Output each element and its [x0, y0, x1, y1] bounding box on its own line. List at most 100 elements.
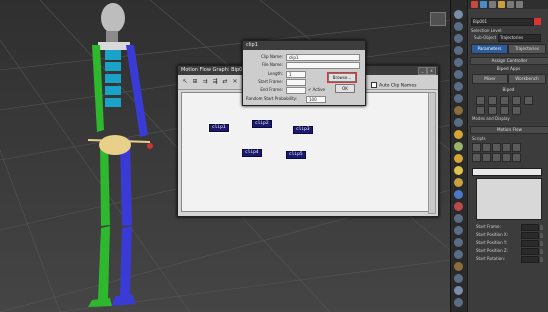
modify-tab-icon[interactable] — [480, 1, 487, 8]
motion-tab-icon[interactable] — [498, 1, 505, 8]
start-position-x-spinner[interactable] — [521, 232, 543, 239]
motion-flow-mode-icon[interactable] — [500, 96, 509, 105]
script-tool-icon[interactable] — [492, 143, 501, 152]
modes-display-label[interactable]: Modes and Display — [472, 116, 510, 121]
start-position-z-spinner[interactable] — [521, 248, 543, 255]
motion-flow-graph-area[interactable]: clip1 clip2 clip3 clip4 clip5 — [181, 92, 430, 212]
clip-node[interactable]: clip1 — [208, 123, 230, 133]
tool-icon[interactable] — [454, 166, 463, 175]
object-color-swatch[interactable] — [534, 18, 541, 25]
length-label: Length: — [267, 71, 283, 76]
biped-apps-rollout[interactable]: Biped Apps — [470, 66, 547, 72]
script-tool-icon[interactable] — [482, 153, 491, 162]
tool-icon[interactable] — [454, 70, 463, 79]
tool-icon[interactable] — [454, 262, 463, 271]
script-tool-icon[interactable] — [492, 153, 501, 162]
start-frame-spinner[interactable] — [521, 224, 543, 231]
script-tool-icon[interactable] — [472, 153, 481, 162]
script-list-box[interactable] — [476, 178, 542, 220]
script-tool-icon[interactable] — [502, 153, 511, 162]
motion-flow-graph-title: Motion Flow Graph: Bip0 — [181, 67, 243, 73]
active-checkbox[interactable]: ✔ Active — [308, 87, 325, 92]
tool-icon[interactable] — [454, 22, 463, 31]
trajectories-button[interactable]: Trajectories — [508, 44, 546, 54]
file-name-field[interactable] — [286, 62, 360, 69]
tool-icon[interactable] — [454, 106, 463, 115]
tool-icon[interactable] — [454, 10, 463, 19]
tool-icon[interactable] — [454, 130, 463, 139]
save-file-icon[interactable] — [488, 106, 497, 115]
start-frame-field[interactable] — [286, 79, 306, 86]
clip-dialog-titlebar[interactable]: clip1 — [243, 41, 365, 50]
clip-node[interactable]: clip5 — [286, 151, 306, 159]
clip-dialog[interactable]: clip1 Clip Name: clip1 File Name: Length… — [242, 40, 366, 106]
minimize-button[interactable]: _ — [418, 67, 427, 75]
tool-icon[interactable] — [454, 286, 463, 295]
auto-clip-names-checkbox[interactable]: Auto Clip Names — [371, 82, 416, 89]
create-tab-icon[interactable] — [471, 1, 478, 8]
tool-icon[interactable] — [454, 298, 463, 307]
tool-icon[interactable] — [454, 238, 463, 247]
display-tab-icon[interactable] — [507, 1, 514, 8]
tool-icon[interactable] — [454, 142, 463, 151]
tool-icon[interactable] — [454, 82, 463, 91]
script-tool-icon[interactable] — [502, 143, 511, 152]
tool-icon[interactable] — [454, 46, 463, 55]
create-clip-icon[interactable]: ⊞ — [191, 77, 199, 86]
convert-icon[interactable] — [500, 106, 509, 115]
tool-icon[interactable] — [454, 34, 463, 43]
graph-vertical-scrollbar[interactable] — [428, 92, 436, 214]
motion-flow-rollout[interactable]: Motion Flow — [470, 126, 548, 134]
script-tool-icon[interactable] — [512, 143, 521, 152]
tool-icon[interactable] — [454, 94, 463, 103]
script-tool-icon[interactable] — [512, 153, 521, 162]
tool-icon[interactable] — [454, 118, 463, 127]
random-probability-field[interactable]: 100 — [306, 96, 326, 103]
workbench-button[interactable]: Workbench — [508, 74, 546, 84]
clip-node[interactable]: clip2 — [252, 120, 272, 128]
figure-mode-icon[interactable] — [476, 96, 485, 105]
create-multiple-clips-icon[interactable]: ⇶ — [211, 77, 219, 86]
script-tool-icon[interactable] — [472, 143, 481, 152]
tool-icon[interactable] — [454, 154, 463, 163]
parameters-button[interactable]: Parameters — [471, 44, 508, 54]
biped-playback-icon[interactable] — [524, 96, 533, 105]
load-file-icon[interactable] — [476, 106, 485, 115]
ok-button[interactable]: OK — [335, 84, 355, 93]
length-field[interactable]: 1 — [286, 71, 306, 78]
tool-icon[interactable] — [454, 274, 463, 283]
script-tool-icon[interactable] — [482, 143, 491, 152]
assign-controller-rollout[interactable]: Assign Controller — [470, 57, 548, 65]
tool-icon[interactable] — [454, 190, 463, 199]
biped-rollout[interactable]: Biped — [470, 87, 547, 93]
viewcube[interactable] — [430, 12, 446, 26]
mixer-mode-icon[interactable] — [512, 96, 521, 105]
tool-icon[interactable] — [454, 226, 463, 235]
browse-button[interactable]: Browse... — [327, 72, 357, 83]
start-position-y-spinner[interactable] — [521, 240, 543, 247]
script-dropdown[interactable] — [472, 168, 542, 176]
utilities-tab-icon[interactable] — [516, 1, 523, 8]
clip-node[interactable]: clip4 — [242, 149, 262, 157]
start-rotation-spinner[interactable] — [521, 256, 543, 263]
edit-transition-icon[interactable]: ⇄ — [221, 77, 229, 86]
object-name-field[interactable]: Bip001 — [471, 18, 534, 26]
tool-icon[interactable] — [454, 178, 463, 187]
hierarchy-tab-icon[interactable] — [489, 1, 496, 8]
end-frame-field[interactable] — [286, 87, 306, 94]
delete-icon[interactable]: ✕ — [231, 77, 239, 86]
create-transition-icon[interactable]: ⇉ — [201, 77, 209, 86]
close-button[interactable]: x — [427, 67, 436, 75]
checkbox-icon[interactable] — [371, 82, 377, 88]
tool-icon[interactable] — [454, 250, 463, 259]
tool-icon[interactable] — [454, 58, 463, 67]
clip-name-field[interactable]: clip1 — [286, 54, 360, 61]
select-tool-icon[interactable]: ↖ — [181, 77, 189, 86]
footstep-mode-icon[interactable] — [488, 96, 497, 105]
tool-icon[interactable] — [454, 202, 463, 211]
tool-icon[interactable] — [454, 214, 463, 223]
clip-node[interactable]: clip3 — [293, 126, 313, 134]
move-all-mode-icon[interactable] — [512, 106, 521, 115]
sub-object-select[interactable]: Trajectories — [498, 34, 541, 42]
mixer-button[interactable]: Mixer — [472, 74, 508, 84]
